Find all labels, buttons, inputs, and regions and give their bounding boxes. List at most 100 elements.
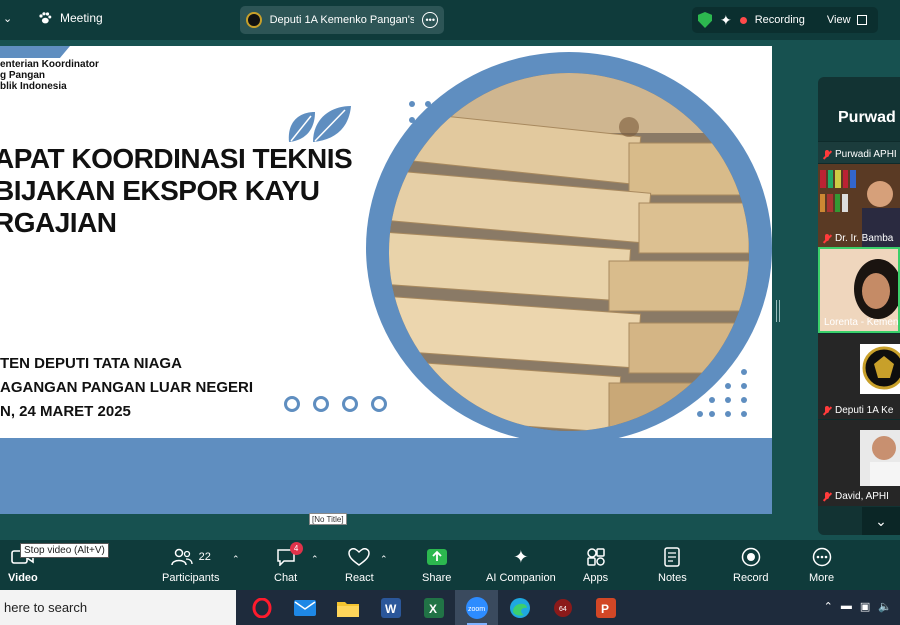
subtitle-line: TEN DEPUTI TATA NIAGA <box>0 355 182 372</box>
mic-off-icon <box>822 491 832 502</box>
chat-caret-icon[interactable]: ⌃ <box>311 554 319 565</box>
react-button[interactable]: React <box>345 546 374 584</box>
mic-off-icon <box>822 233 832 244</box>
lumber-photo <box>389 73 749 431</box>
participant-name: David, APHI <box>835 491 889 502</box>
react-caret-icon[interactable]: ⌃ <box>380 554 388 565</box>
notes-label: Notes <box>658 572 687 584</box>
excel-icon[interactable]: X <box>412 590 455 625</box>
slide-bottom-band <box>0 438 772 514</box>
chat-button[interactable]: 4 Chat <box>274 542 303 584</box>
participant-tile-active[interactable]: Lorenta - Kemen <box>818 247 900 333</box>
scroll-down-chevron-icon[interactable]: ⌄ <box>862 507 900 535</box>
subtitle-line: AGANGAN PANGAN LUAR NEGERI <box>0 379 254 396</box>
ring-decor-item <box>313 396 329 412</box>
more-button[interactable]: More <box>809 546 834 584</box>
participant-name: Purwadi APHI <box>835 149 897 160</box>
tray-chevron-icon[interactable]: ⌃ <box>824 600 833 613</box>
participants-button[interactable]: 22 Participants <box>162 546 219 584</box>
record-button[interactable]: Record <box>733 546 768 584</box>
zoom-app-icon[interactable]: zoom <box>455 590 498 625</box>
view-button[interactable]: View <box>827 14 867 26</box>
encryption-shield-icon[interactable] <box>698 12 712 28</box>
ai-companion-button[interactable]: ✦ AI Companion <box>486 546 556 585</box>
slide-org-name: enterian Koordinator g Pangan blik Indon… <box>0 59 99 92</box>
taskbar-search-box[interactable]: here to search <box>0 590 236 625</box>
record-label: Record <box>733 572 769 584</box>
participant-tile[interactable]: Deputi 1A Ke <box>818 333 900 420</box>
title-line: APAT KOORDINASI TEKNIS <box>0 143 353 174</box>
chat-icon: 4 <box>276 542 303 568</box>
org-line: g Pangan <box>0 70 46 81</box>
mic-off-icon <box>822 149 832 160</box>
chat-label: Chat <box>274 572 298 584</box>
screen-share-pill[interactable]: Deputi 1A Kemenko Pangan's screen ••• <box>240 6 444 34</box>
participant-label: David, APHI <box>822 491 889 502</box>
participant-tile[interactable]: Dr. Ir. Bamba <box>818 163 900 248</box>
battery-icon[interactable]: ▬ <box>841 600 852 613</box>
subtitle-line: N, 24 MARET 2025 <box>0 403 131 420</box>
participants-count: 22 <box>198 551 211 563</box>
title-line: BIJAKAN EKSPOR KAYU <box>0 175 320 206</box>
react-label: React <box>345 572 374 584</box>
recording-dot-icon <box>739 16 747 24</box>
top-bar: ⌄ Meeting Deputi 1A Kemenko Pangan's scr… <box>0 0 900 40</box>
red-app-icon[interactable]: 64 <box>541 590 584 625</box>
zoom-window: ⌄ Meeting Deputi 1A Kemenko Pangan's scr… <box>0 0 900 625</box>
participant-label: Lorenta - Kemen <box>824 317 899 328</box>
apps-label: Apps <box>583 572 609 584</box>
svg-text:W: W <box>385 602 397 616</box>
ring-decor-item <box>284 396 300 412</box>
view-grid-icon <box>856 15 867 25</box>
svg-text:zoom: zoom <box>468 606 485 613</box>
slide-title: APAT KOORDINASI TEKNIS BIJAKAN EKSPOR KA… <box>0 143 353 239</box>
svg-text:64: 64 <box>559 606 567 613</box>
participants-gallery: Purwad Purwadi APHI Dr. Ir. Bamba Lorent… <box>818 77 900 535</box>
more-label: More <box>809 572 835 584</box>
notes-button[interactable]: Notes <box>658 546 687 584</box>
share-title: Deputi 1A Kemenko Pangan's screen <box>269 14 415 26</box>
apps-button[interactable]: Apps <box>583 546 608 584</box>
meeting-info[interactable]: Meeting <box>38 11 103 25</box>
record-icon <box>741 546 761 568</box>
participant-tile[interactable]: Purwadi APHI <box>818 141 900 163</box>
meeting-toolbar: Video 22 Participants ⌃ 4 Chat ⌃ React ⌃ <box>0 540 900 590</box>
share-button[interactable]: Share <box>422 546 451 584</box>
leaf-decor-icon <box>288 106 351 142</box>
participants-caret-icon[interactable]: ⌃ <box>232 554 240 565</box>
participant-name: Deputi 1A Ke <box>835 405 894 416</box>
panel-resize-handle[interactable] <box>776 300 780 322</box>
word-icon[interactable]: W <box>369 590 412 625</box>
recording-label[interactable]: Recording <box>755 14 805 26</box>
garuda-seal-icon <box>246 12 262 28</box>
participant-label: Dr. Ir. Bamba <box>822 233 893 244</box>
share-screen-icon <box>426 546 448 568</box>
status-area: ✦ Recording View <box>692 7 878 33</box>
powerpoint-icon[interactable]: P <box>584 590 627 625</box>
slide-subtitle: TEN DEPUTI TATA NIAGA AGANGAN PANGAN LUA… <box>0 352 253 424</box>
heart-icon <box>348 546 371 568</box>
network-icon[interactable]: ▣ <box>860 600 870 613</box>
ai-sparkle-icon[interactable]: ✦ <box>720 12 732 29</box>
system-tray: ⌃ ▬ ▣ 🔈 <box>824 600 892 613</box>
more-options-icon[interactable]: ••• <box>422 12 438 28</box>
participant-tile[interactable]: David, APHI <box>818 419 900 506</box>
slide-caption: [No Title] <box>309 513 347 525</box>
participant-label: Purwadi APHI <box>822 149 897 160</box>
opera-icon[interactable] <box>240 590 283 625</box>
dot-grid-decor <box>697 369 747 417</box>
participant-label: Deputi 1A Ke <box>822 405 893 416</box>
participant-name: Lorenta - Kemen <box>824 317 899 328</box>
shared-slide: enterian Koordinator g Pangan blik Indon… <box>0 46 772 514</box>
chevron-down-icon[interactable]: ⌄ <box>3 12 12 25</box>
title-line: RGAJIAN <box>0 207 117 238</box>
edge-icon[interactable] <box>498 590 541 625</box>
notes-icon <box>663 546 681 568</box>
file-explorer-icon[interactable] <box>326 590 369 625</box>
meeting-paw-icon <box>39 12 52 24</box>
mail-icon[interactable] <box>283 590 326 625</box>
chat-badge: 4 <box>289 542 303 555</box>
video-label: Video <box>8 572 38 584</box>
active-speaker-name: Purwad <box>838 109 896 126</box>
volume-icon[interactable]: 🔈 <box>878 600 892 613</box>
